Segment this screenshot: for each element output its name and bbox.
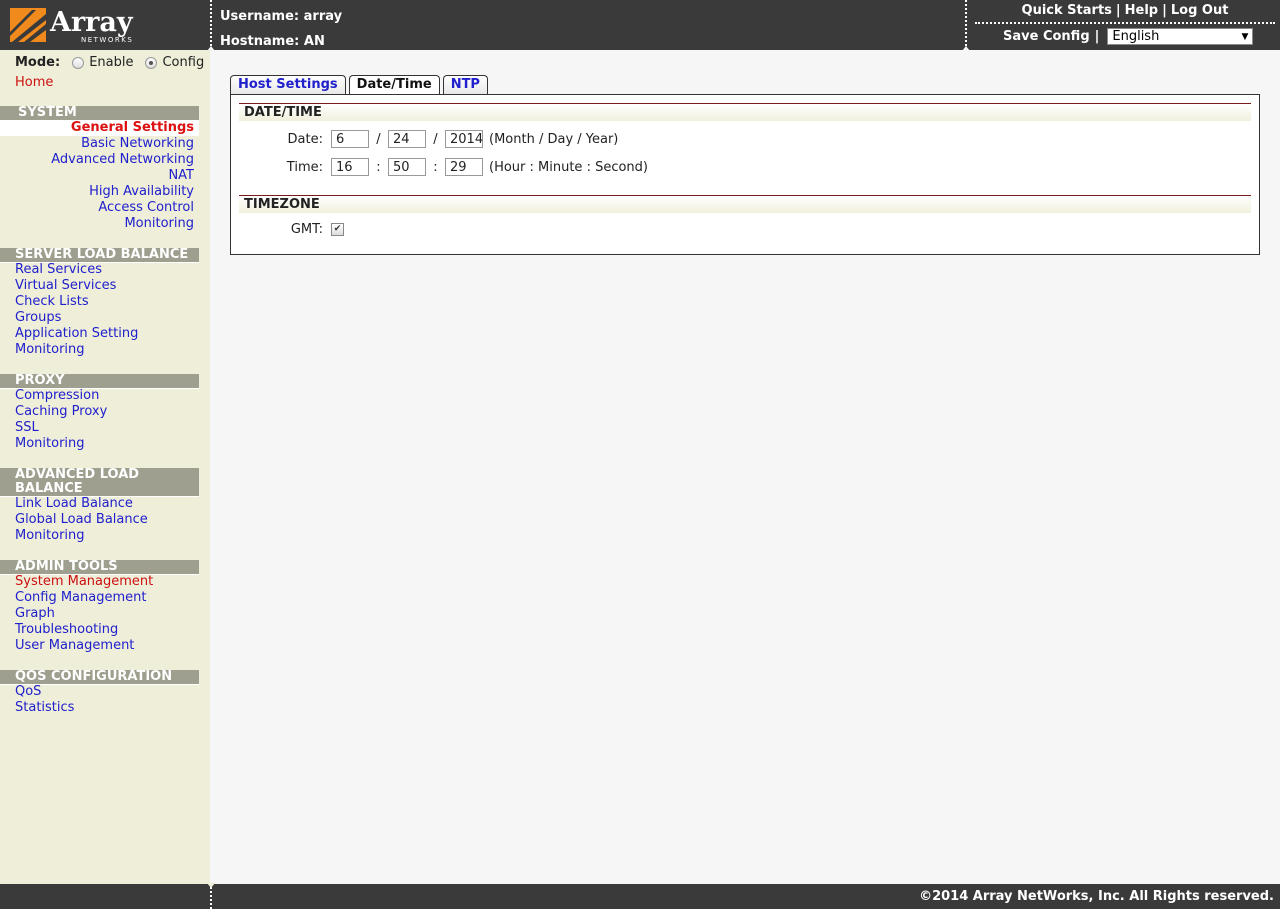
- minute-input[interactable]: 50: [388, 158, 426, 176]
- gmt-row: GMT: ✔: [231, 222, 344, 237]
- sidebar-item-groups[interactable]: Groups: [0, 310, 199, 326]
- tab-host-settings[interactable]: Host Settings: [230, 75, 346, 94]
- server-load-balance-links: Real Services Virtual Services Check Lis…: [0, 262, 199, 358]
- sidebar-item-advanced-networking[interactable]: Advanced Networking: [0, 152, 199, 168]
- second-input[interactable]: 29: [445, 158, 483, 176]
- language-select[interactable]: English ▼: [1107, 28, 1254, 45]
- date-time-heading: DATE/TIME: [239, 103, 1251, 121]
- quick-starts-link[interactable]: Quick Starts: [1022, 3, 1112, 18]
- help-link[interactable]: Help: [1125, 3, 1158, 18]
- top-links: Quick Starts | Help | Log Out: [975, 3, 1275, 24]
- divider: [207, 0, 215, 51]
- month-input[interactable]: 6: [331, 130, 369, 148]
- save-config-link[interactable]: Save Config: [1003, 29, 1090, 44]
- tab-ntp[interactable]: NTP: [442, 75, 488, 94]
- save-row: Save Config | English ▼: [1003, 28, 1254, 45]
- time-label: Time:: [286, 159, 323, 175]
- user-info: Username: array Hostname: AN: [220, 4, 342, 54]
- gmt-checkbox[interactable]: ✔: [331, 223, 344, 236]
- logout-link[interactable]: Log Out: [1171, 3, 1229, 18]
- sidebar-item-check-lists[interactable]: Check Lists: [0, 294, 199, 310]
- chevron-down-icon: ▼: [1241, 31, 1249, 42]
- sidebar-item-monitoring[interactable]: Monitoring: [0, 216, 199, 232]
- mode-selector: Mode: Enable Config: [15, 55, 216, 70]
- advanced-load-balance-links: Link Load Balance Global Load Balance Mo…: [0, 496, 199, 544]
- sidebar-item-compression[interactable]: Compression: [0, 388, 199, 404]
- divider: [962, 0, 970, 51]
- date-row: Date: 6 / 24 / 2014 (Month / Day / Year): [231, 130, 618, 148]
- sidebar-item-qos[interactable]: QoS: [0, 684, 199, 700]
- sidebar-item-caching-proxy[interactable]: Caching Proxy: [0, 404, 199, 420]
- sidebar-item-application-setting[interactable]: Application Setting: [0, 326, 199, 342]
- hour-input[interactable]: 16: [331, 158, 369, 176]
- section-header-proxy: PROXY: [0, 374, 199, 389]
- top-bar: Array NETWORKS Username: array Hostname:…: [0, 0, 1280, 51]
- sidebar-item-user-management[interactable]: User Management: [0, 638, 199, 654]
- sidebar-item-link-load-balance[interactable]: Link Load Balance: [0, 496, 199, 512]
- tab-date-time[interactable]: Date/Time: [348, 75, 440, 95]
- footer-bar: ©2014 Array NetWorks, Inc. All Rights re…: [0, 883, 1280, 909]
- system-configuration-links: General Settings Basic Networking Advanc…: [0, 120, 199, 232]
- sidebar-item-graph[interactable]: Graph: [0, 606, 199, 622]
- gmt-label: GMT:: [290, 222, 323, 237]
- date-label: Date:: [287, 131, 323, 147]
- svg-text:Array: Array: [49, 7, 134, 38]
- svg-text:NETWORKS: NETWORKS: [81, 36, 133, 44]
- sidebar-item-monitoring[interactable]: Monitoring: [0, 436, 199, 452]
- radio-selected-icon: [145, 56, 158, 69]
- sidebar-item-real-services[interactable]: Real Services: [0, 262, 199, 278]
- date-time-panel: DATE/TIME Date: 6 / 24 / 2014 (Month / D…: [230, 94, 1260, 255]
- copyright-text: ©2014 Array NetWorks, Inc. All Rights re…: [919, 889, 1274, 904]
- section-header-qos-configuration: QOS CONFIGURATION: [0, 670, 199, 685]
- home-link[interactable]: Home: [15, 75, 53, 90]
- sidebar-item-system-management[interactable]: System Management: [0, 574, 199, 590]
- section-header-admin-tools: ADMIN TOOLS: [0, 560, 199, 575]
- date-format-hint: (Month / Day / Year): [489, 131, 619, 147]
- sidebar-item-config-management[interactable]: Config Management: [0, 590, 199, 606]
- sidebar-item-virtual-services[interactable]: Virtual Services: [0, 278, 199, 294]
- day-input[interactable]: 24: [388, 130, 426, 148]
- divider: [207, 883, 215, 909]
- mode-label: Mode:: [15, 55, 61, 70]
- checkmark-icon: ✔: [333, 224, 342, 234]
- hostname-label: Hostname: AN: [220, 34, 325, 49]
- sidebar-item-global-load-balance[interactable]: Global Load Balance: [0, 512, 199, 528]
- sidebar: Mode: Enable Config Home SYSTEM CONFIGUR…: [0, 50, 210, 884]
- sidebar-item-basic-networking[interactable]: Basic Networking: [0, 136, 199, 152]
- sidebar-item-ssl[interactable]: SSL: [0, 420, 199, 436]
- section-header-server-load-balance: SERVER LOAD BALANCE: [0, 248, 199, 263]
- time-row: Time: 16 : 50 : 29 (Hour : Minute : Seco…: [231, 158, 648, 176]
- sidebar-item-access-control[interactable]: Access Control: [0, 200, 199, 216]
- sidebar-item-monitoring[interactable]: Monitoring: [0, 342, 199, 358]
- mode-config-radio[interactable]: Config: [145, 55, 204, 70]
- proxy-links: Compression Caching Proxy SSL Monitoring: [0, 388, 199, 452]
- timezone-heading: TIMEZONE: [239, 195, 1251, 213]
- tab-bar: Host Settings Date/Time NTP: [230, 75, 491, 95]
- year-input[interactable]: 2014: [445, 130, 483, 148]
- sidebar-item-statistics[interactable]: Statistics: [0, 700, 199, 716]
- qos-configuration-links: QoS Statistics: [0, 684, 199, 716]
- section-header-advanced-load-balance: ADVANCED LOAD BALANCE: [0, 468, 199, 497]
- username-label: Username: array: [220, 9, 343, 24]
- sidebar-item-high-availability[interactable]: High Availability: [0, 184, 199, 200]
- array-networks-logo[interactable]: Array NETWORKS: [10, 6, 140, 44]
- radio-icon: [72, 56, 85, 69]
- sidebar-item-monitoring[interactable]: Monitoring: [0, 528, 199, 544]
- sidebar-item-troubleshooting[interactable]: Troubleshooting: [0, 622, 199, 638]
- sidebar-item-nat[interactable]: NAT: [0, 168, 199, 184]
- admin-tools-links: System Management Config Management Grap…: [0, 574, 199, 654]
- time-format-hint: (Hour : Minute : Second): [489, 159, 648, 175]
- mode-enable-radio[interactable]: Enable: [72, 55, 133, 70]
- language-value: English: [1112, 29, 1160, 44]
- sidebar-item-general-settings[interactable]: General Settings: [0, 120, 199, 136]
